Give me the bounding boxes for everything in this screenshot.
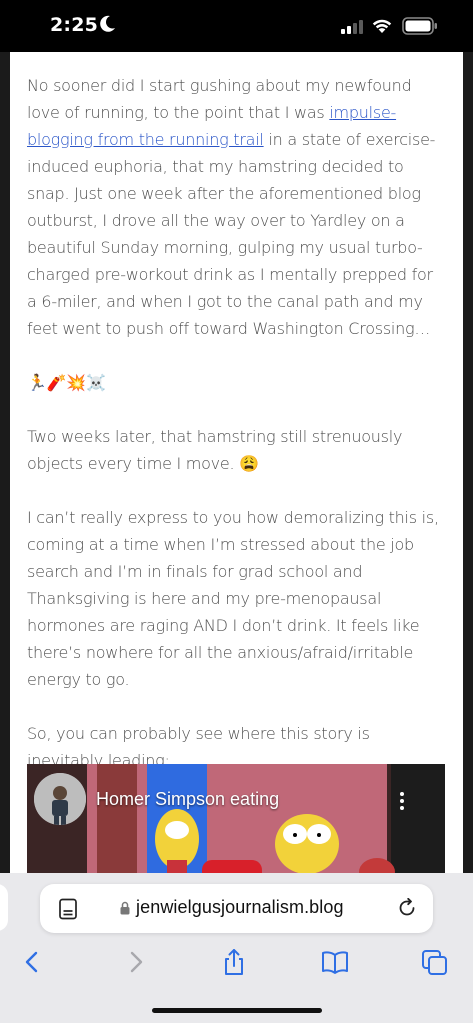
article-paragraph: I can’t really express to you how demora… — [27, 508, 439, 689]
moon-icon — [100, 15, 115, 32]
article-paragraph: No sooner did I start gushing about my n… — [27, 72, 447, 342]
video-title[interactable]: Homer Simpson eating — [96, 789, 279, 810]
channel-avatar[interactable] — [34, 773, 86, 825]
address-bar[interactable]: jenwielgusjournalism.blog — [40, 884, 433, 933]
embedded-video[interactable]: Homer Simpson eating — [27, 764, 445, 881]
wifi-icon — [372, 19, 392, 33]
web-content[interactable]: No sooner did I start gushing about my n… — [10, 52, 463, 881]
blog-article: No sooner did I start gushing about my n… — [27, 72, 447, 801]
previous-tab-edge[interactable] — [0, 884, 8, 931]
tabs-icon[interactable] — [420, 948, 450, 976]
status-time: 2:25 — [50, 14, 99, 36]
back-chevron-icon[interactable] — [17, 948, 47, 976]
cellular-signal-icon — [341, 20, 363, 34]
share-icon[interactable] — [219, 948, 249, 976]
bookmarks-icon[interactable] — [320, 948, 350, 976]
battery-icon — [402, 17, 437, 35]
video-more-options-icon[interactable] — [397, 790, 407, 812]
video-thumbnail — [27, 764, 445, 881]
paragraph-text: in a state of exercise-induced euphoria,… — [27, 130, 436, 338]
status-bar: 2:25 — [0, 0, 473, 52]
reload-icon[interactable] — [397, 898, 417, 918]
reader-mode-icon[interactable] — [58, 898, 78, 920]
lock-icon — [120, 901, 130, 915]
browser-toolbar: jenwielgusjournalism.blog — [0, 873, 473, 1023]
emoji-line: 🏃🧨💥☠️ — [27, 373, 106, 392]
person-avatar-icon — [34, 773, 86, 825]
url-text[interactable]: jenwielgusjournalism.blog — [136, 897, 344, 918]
forward-chevron-icon[interactable] — [121, 948, 151, 976]
web-page-frame: No sooner did I start gushing about my n… — [0, 52, 473, 881]
home-indicator[interactable] — [152, 1008, 322, 1013]
article-paragraph: Two weeks later, that hamstring still st… — [27, 427, 403, 473]
